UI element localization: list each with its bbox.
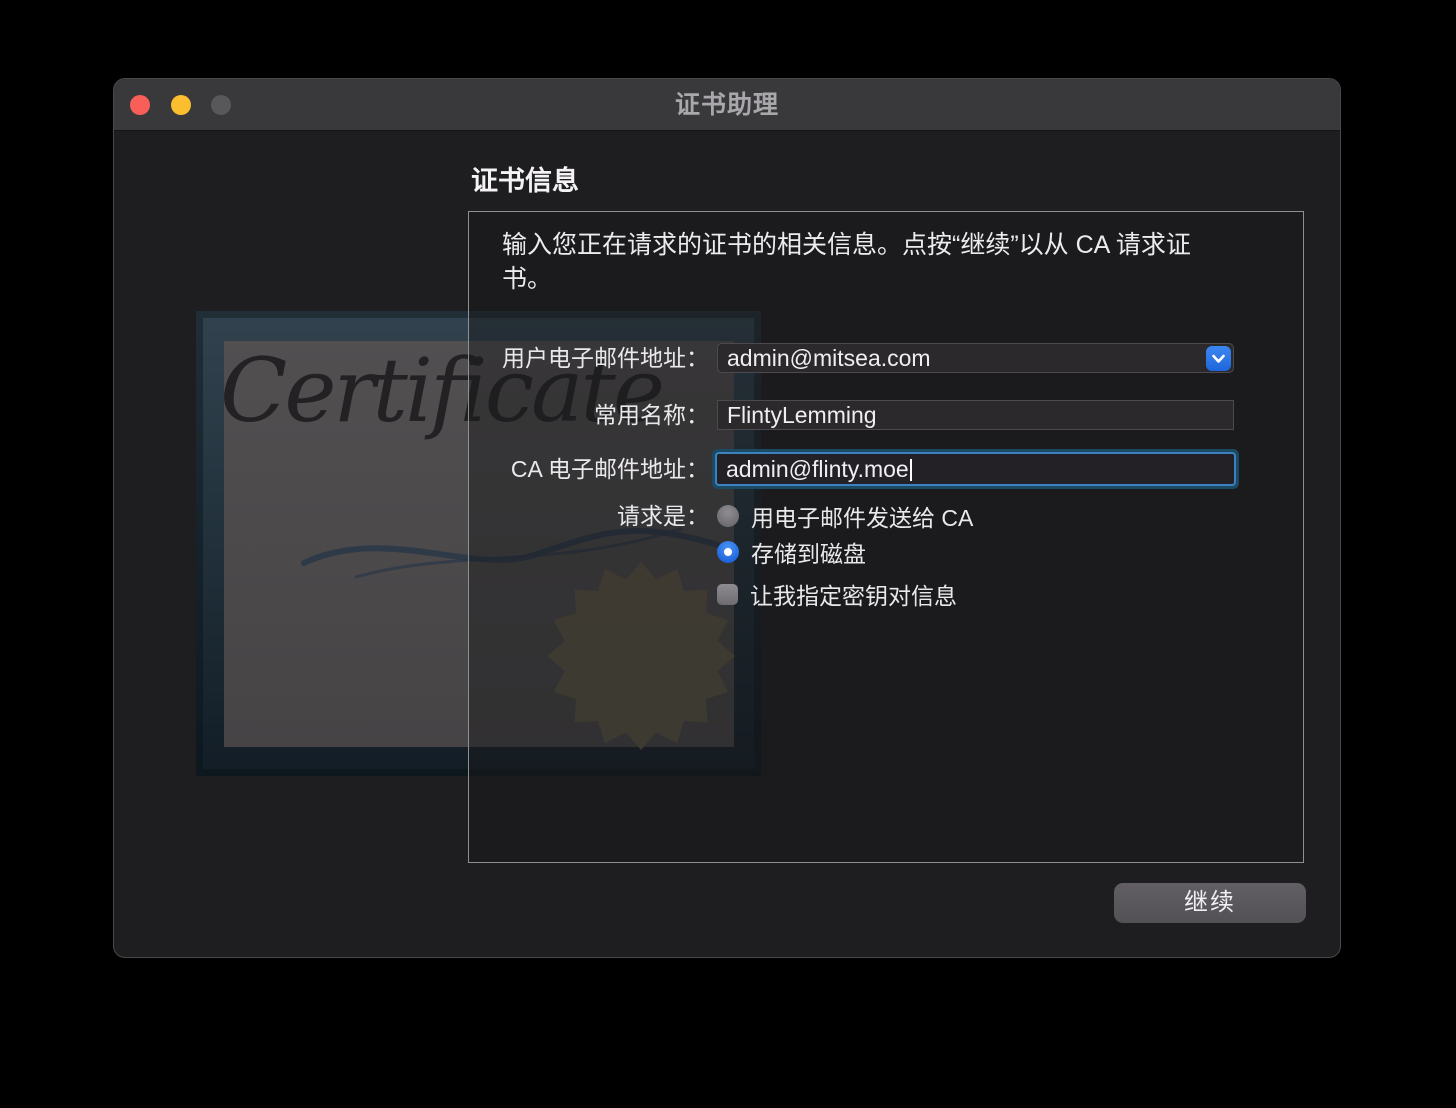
- common-name-value: FlintyLemming: [727, 402, 877, 428]
- page-title: 证书信息: [471, 159, 579, 198]
- instructions-text: 输入您正在请求的证书的相关信息。点按“继续”以从 CA 请求证书。: [502, 228, 1226, 296]
- user-email-label: 用户电子邮件地址：: [469, 343, 709, 373]
- option-save-to-disk[interactable]: 存储到磁盘: [717, 540, 866, 564]
- certificate-info-panel: 输入您正在请求的证书的相关信息。点按“继续”以从 CA 请求证书。 用户电子邮件…: [468, 211, 1304, 863]
- common-name-input[interactable]: FlintyLemming: [717, 400, 1234, 430]
- window-title: 证书助理: [114, 79, 1340, 131]
- checkbox-unchecked-icon[interactable]: [717, 584, 738, 605]
- option-save-to-disk-label: 存储到磁盘: [751, 535, 866, 569]
- ca-email-label: CA 电子邮件地址：: [469, 454, 709, 484]
- user-email-value: admin@mitsea.com: [727, 345, 931, 371]
- title-bar[interactable]: 证书助理: [114, 79, 1340, 131]
- zoom-button-disabled: [211, 95, 231, 115]
- minimize-button[interactable]: [171, 95, 191, 115]
- ca-email-value: admin@flinty.moe: [726, 456, 909, 482]
- text-caret: [910, 459, 912, 481]
- continue-button[interactable]: 继续: [1114, 883, 1306, 923]
- certificate-assistant-window: 证书助理 证书信息 Certificate 输入您正在请求的证书的相关信息。点按…: [113, 78, 1341, 958]
- ca-email-input[interactable]: admin@flinty.moe: [717, 454, 1234, 484]
- option-specify-keypair[interactable]: 让我指定密钥对信息: [717, 582, 957, 606]
- option-email-to-ca[interactable]: 用电子邮件发送给 CA: [717, 504, 973, 528]
- chevron-down-icon: [1211, 353, 1226, 365]
- user-email-combobox[interactable]: admin@mitsea.com: [717, 343, 1234, 373]
- combo-dropdown-button[interactable]: [1206, 346, 1231, 371]
- close-button[interactable]: [130, 95, 150, 115]
- option-email-to-ca-label: 用电子邮件发送给 CA: [751, 499, 973, 533]
- common-name-label: 常用名称：: [469, 400, 709, 430]
- request-type-label: 请求是：: [469, 504, 709, 528]
- radio-unselected-icon[interactable]: [717, 505, 739, 527]
- option-specify-keypair-label: 让我指定密钥对信息: [750, 577, 957, 611]
- radio-selected-icon[interactable]: [717, 541, 739, 563]
